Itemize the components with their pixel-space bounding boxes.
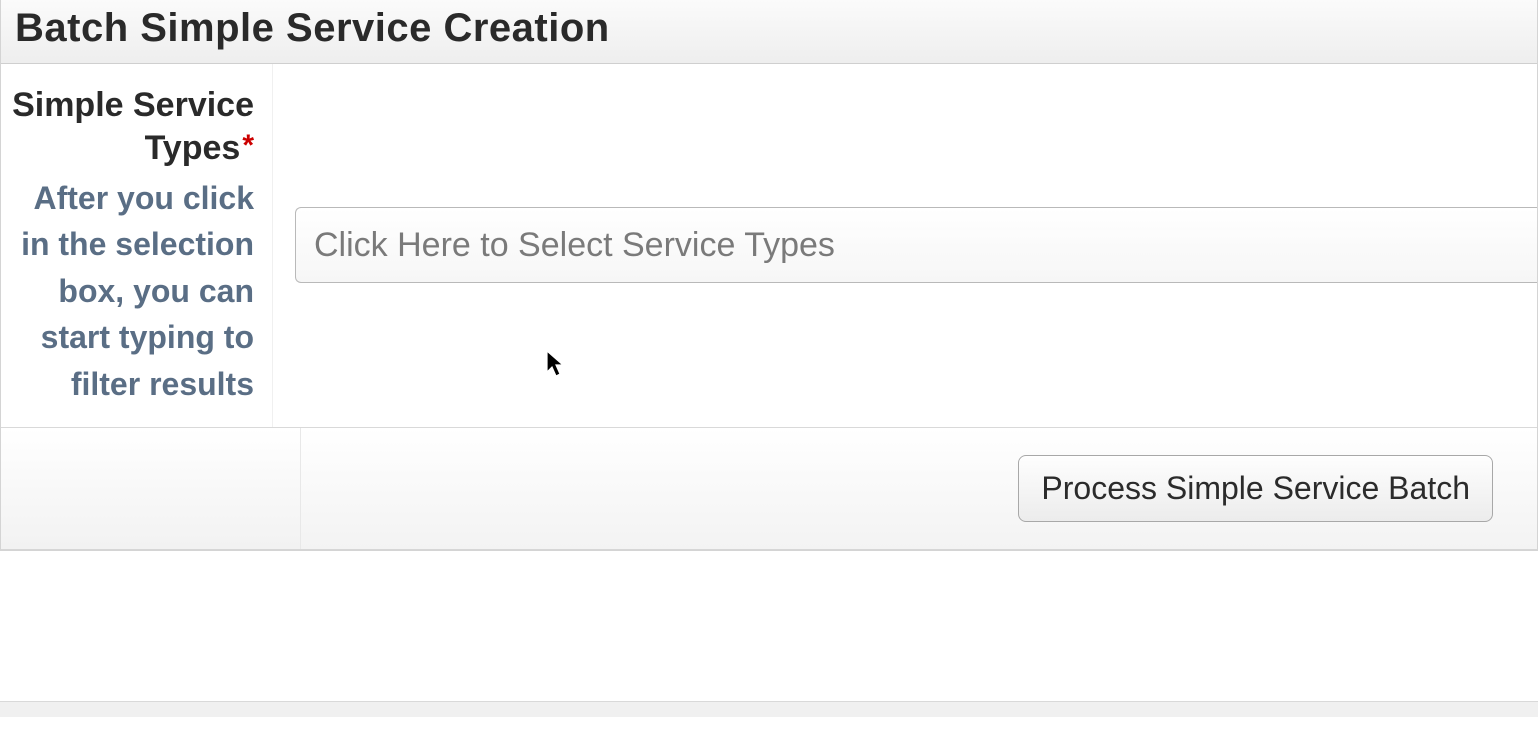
label-column: Simple Service Types* After you click in… [1, 64, 273, 427]
action-button-area: Process Simple Service Batch [301, 428, 1537, 549]
field-hint: After you click in the selection box, yo… [7, 175, 254, 407]
footer-strip [0, 701, 1538, 717]
service-types-row: Simple Service Types* After you click in… [1, 64, 1537, 428]
field-label-text: Simple Service Types [12, 86, 254, 167]
action-row-spacer [1, 428, 301, 549]
action-row: Process Simple Service Batch [1, 428, 1537, 550]
input-column: Click Here to Select Service Types [273, 64, 1537, 427]
process-batch-button[interactable]: Process Simple Service Batch [1018, 455, 1493, 522]
batch-service-panel: Batch Simple Service Creation Simple Ser… [0, 0, 1538, 551]
field-label: Simple Service Types* [7, 84, 254, 169]
required-marker: * [242, 129, 254, 162]
panel-header: Batch Simple Service Creation [1, 0, 1537, 64]
page-title: Batch Simple Service Creation [15, 6, 1523, 51]
service-types-select[interactable]: Click Here to Select Service Types [295, 207, 1537, 283]
